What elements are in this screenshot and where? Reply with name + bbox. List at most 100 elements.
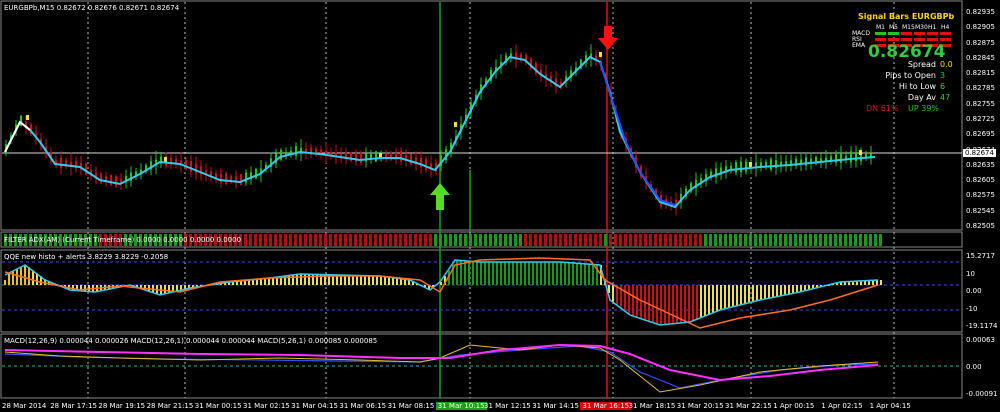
candle-body bbox=[855, 152, 857, 162]
filter-bar bbox=[809, 234, 812, 246]
qqe-bar bbox=[516, 262, 518, 285]
signal-bar bbox=[888, 32, 899, 35]
axis-tick-label: 10 bbox=[966, 269, 975, 278]
qqe-bar bbox=[368, 275, 370, 285]
qqe-bar bbox=[624, 285, 626, 311]
filter-bar bbox=[759, 234, 762, 246]
qqe-bar bbox=[380, 276, 382, 285]
qqe-bar bbox=[580, 263, 582, 285]
candle-highlight bbox=[164, 157, 167, 162]
filter-bar bbox=[834, 234, 837, 246]
filter-bar bbox=[494, 234, 497, 246]
axis-tick-label: 0.00 bbox=[966, 363, 982, 371]
qqe-bar bbox=[760, 285, 762, 300]
axis-tick-label: 0.82785 bbox=[966, 84, 995, 93]
candle-body bbox=[190, 161, 192, 172]
filter-bar bbox=[294, 234, 297, 246]
filter-bar bbox=[574, 234, 577, 246]
candle-body bbox=[350, 152, 352, 162]
qqe-bar bbox=[272, 277, 274, 285]
time-tick-label: 31 Mar 20:15 bbox=[676, 402, 724, 410]
signal-bar bbox=[927, 38, 938, 41]
qqe-bar bbox=[504, 262, 506, 285]
candle-body bbox=[400, 151, 402, 162]
filter-bar bbox=[719, 234, 722, 246]
candle-body bbox=[360, 152, 362, 164]
filter-bar bbox=[449, 234, 452, 246]
filter-bar bbox=[284, 234, 287, 246]
filter-bar bbox=[594, 234, 597, 246]
filter-bar bbox=[504, 234, 507, 246]
qqe-bar bbox=[752, 285, 754, 302]
filter-bar bbox=[289, 234, 292, 246]
axis-tick-label: -19.1174 bbox=[966, 322, 998, 330]
timeframe-label: M1 bbox=[876, 24, 885, 31]
qqe-bar bbox=[480, 262, 482, 285]
filter-bar bbox=[344, 234, 347, 246]
filter-bar bbox=[744, 234, 747, 246]
filter-bar bbox=[619, 234, 622, 246]
filter-bar bbox=[779, 234, 782, 246]
signal-bar bbox=[901, 38, 912, 41]
candle-body bbox=[840, 152, 842, 163]
filter-bar bbox=[804, 234, 807, 246]
current-price-tag: 0.82674 bbox=[963, 149, 996, 157]
time-tick-label: 31 Mar 18:15 bbox=[628, 402, 676, 410]
time-tick-label: 31 Mar 12:15 bbox=[484, 402, 531, 410]
filter-bar bbox=[784, 234, 787, 246]
filter-bar bbox=[394, 234, 397, 246]
signal-stat-label: Day Av bbox=[907, 93, 936, 102]
candle-body bbox=[770, 158, 772, 170]
candle-body bbox=[245, 172, 247, 183]
filter-bar bbox=[599, 234, 602, 246]
time-tick-label: 28 Mar 19:15 bbox=[98, 402, 146, 410]
filter-bar bbox=[679, 234, 682, 246]
filter-bar bbox=[379, 234, 382, 246]
qqe-bar bbox=[588, 264, 590, 285]
filter-bar bbox=[454, 234, 457, 246]
filter-bar bbox=[699, 234, 702, 246]
qqe-bar bbox=[664, 285, 666, 325]
signal-stat-value: 6 bbox=[940, 82, 946, 91]
axis-tick-label: 0.82845 bbox=[966, 53, 995, 62]
filter-bar bbox=[639, 234, 642, 246]
filter-bar bbox=[439, 234, 442, 246]
filter-bar bbox=[524, 234, 527, 246]
filter-bar bbox=[489, 234, 492, 246]
qqe-bar bbox=[776, 285, 778, 297]
filter-bar bbox=[604, 234, 607, 246]
candle-body bbox=[735, 162, 737, 173]
candle-body bbox=[220, 173, 222, 183]
filter-bar bbox=[314, 234, 317, 246]
filter-bar bbox=[539, 234, 542, 246]
qqe-bar bbox=[880, 280, 882, 285]
qqe-bar bbox=[372, 275, 374, 285]
buy-arrow-icon bbox=[430, 183, 450, 210]
axis-tick-label: 0.82875 bbox=[966, 38, 995, 47]
filter-bar bbox=[864, 234, 867, 246]
filter-bar bbox=[704, 234, 707, 246]
qqe-bar bbox=[528, 262, 530, 285]
filter-bar bbox=[469, 234, 472, 246]
qqe-bar bbox=[568, 262, 570, 285]
filter-bar bbox=[559, 234, 562, 246]
candle-body bbox=[225, 173, 227, 184]
qqe-bar bbox=[300, 274, 302, 285]
candle-body bbox=[240, 174, 242, 186]
filter-bar bbox=[249, 234, 252, 246]
signal-bar bbox=[875, 32, 886, 35]
signal-title: Signal Bars EURGBPb bbox=[858, 12, 955, 21]
qqe-bar bbox=[744, 285, 746, 304]
axis-tick-label: 0.00063 bbox=[966, 336, 995, 344]
filter-bar bbox=[339, 234, 342, 246]
qqe-bar bbox=[540, 262, 542, 285]
signal-bar bbox=[940, 32, 951, 35]
qqe-bar bbox=[544, 262, 546, 285]
filter-bar bbox=[684, 234, 687, 246]
candle-highlight bbox=[26, 115, 29, 120]
qqe-line bbox=[4, 259, 879, 326]
filter-bar bbox=[764, 234, 767, 246]
filter-bar bbox=[459, 234, 462, 246]
axis-tick-label: 0.82505 bbox=[966, 222, 995, 230]
qqe-bar bbox=[764, 285, 766, 300]
